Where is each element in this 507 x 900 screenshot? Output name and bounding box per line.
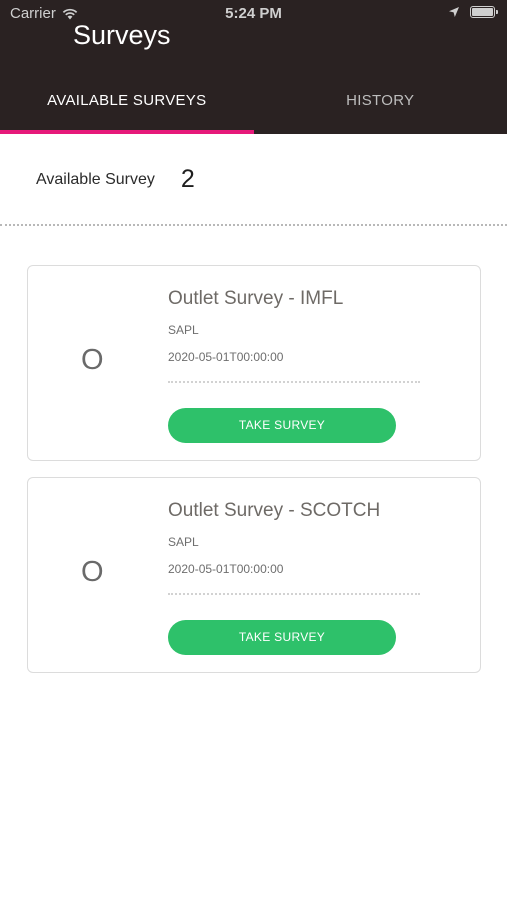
available-survey-label: Available Survey [36,170,155,188]
tab-active-indicator [0,130,254,134]
location-arrow-icon [449,7,459,17]
available-survey-summary: Available Survey 2 [36,165,195,194]
section-divider [0,224,507,226]
survey-divider [168,593,420,595]
tab-bar: AVAILABLE SURVEYS HISTORY [0,84,507,134]
survey-date: 2020-05-01T00:00:00 [168,350,284,364]
tab-history[interactable]: HISTORY [254,84,507,134]
available-survey-count: 2 [180,165,195,193]
battery-level [472,8,493,16]
survey-org: SAPL [168,535,199,549]
survey-org: SAPL [168,323,199,337]
battery-icon [470,6,498,18]
survey-card: O Outlet Survey - IMFL SAPL 2020-05-01T0… [27,265,481,461]
survey-title: Outlet Survey - IMFL [168,288,344,309]
tab-available-surveys[interactable]: AVAILABLE SURVEYS [0,84,254,134]
page-title: Surveys [73,20,171,50]
take-survey-button[interactable]: TAKE SURVEY [168,620,396,655]
take-survey-button[interactable]: TAKE SURVEY [168,408,396,443]
tab-history-label: HISTORY [346,92,415,109]
app-header: Carrier 5:24 PM Surveys AVAILABLE SURVEY… [0,0,507,134]
status-right [448,6,498,18]
survey-date: 2020-05-01T00:00:00 [168,562,284,576]
survey-divider [168,381,420,383]
tab-available-surveys-label: AVAILABLE SURVEYS [47,92,207,109]
survey-avatar: O [81,556,104,588]
survey-card: O Outlet Survey - SCOTCH SAPL 2020-05-01… [27,477,481,673]
survey-title: Outlet Survey - SCOTCH [168,500,381,521]
survey-avatar: O [81,344,104,376]
